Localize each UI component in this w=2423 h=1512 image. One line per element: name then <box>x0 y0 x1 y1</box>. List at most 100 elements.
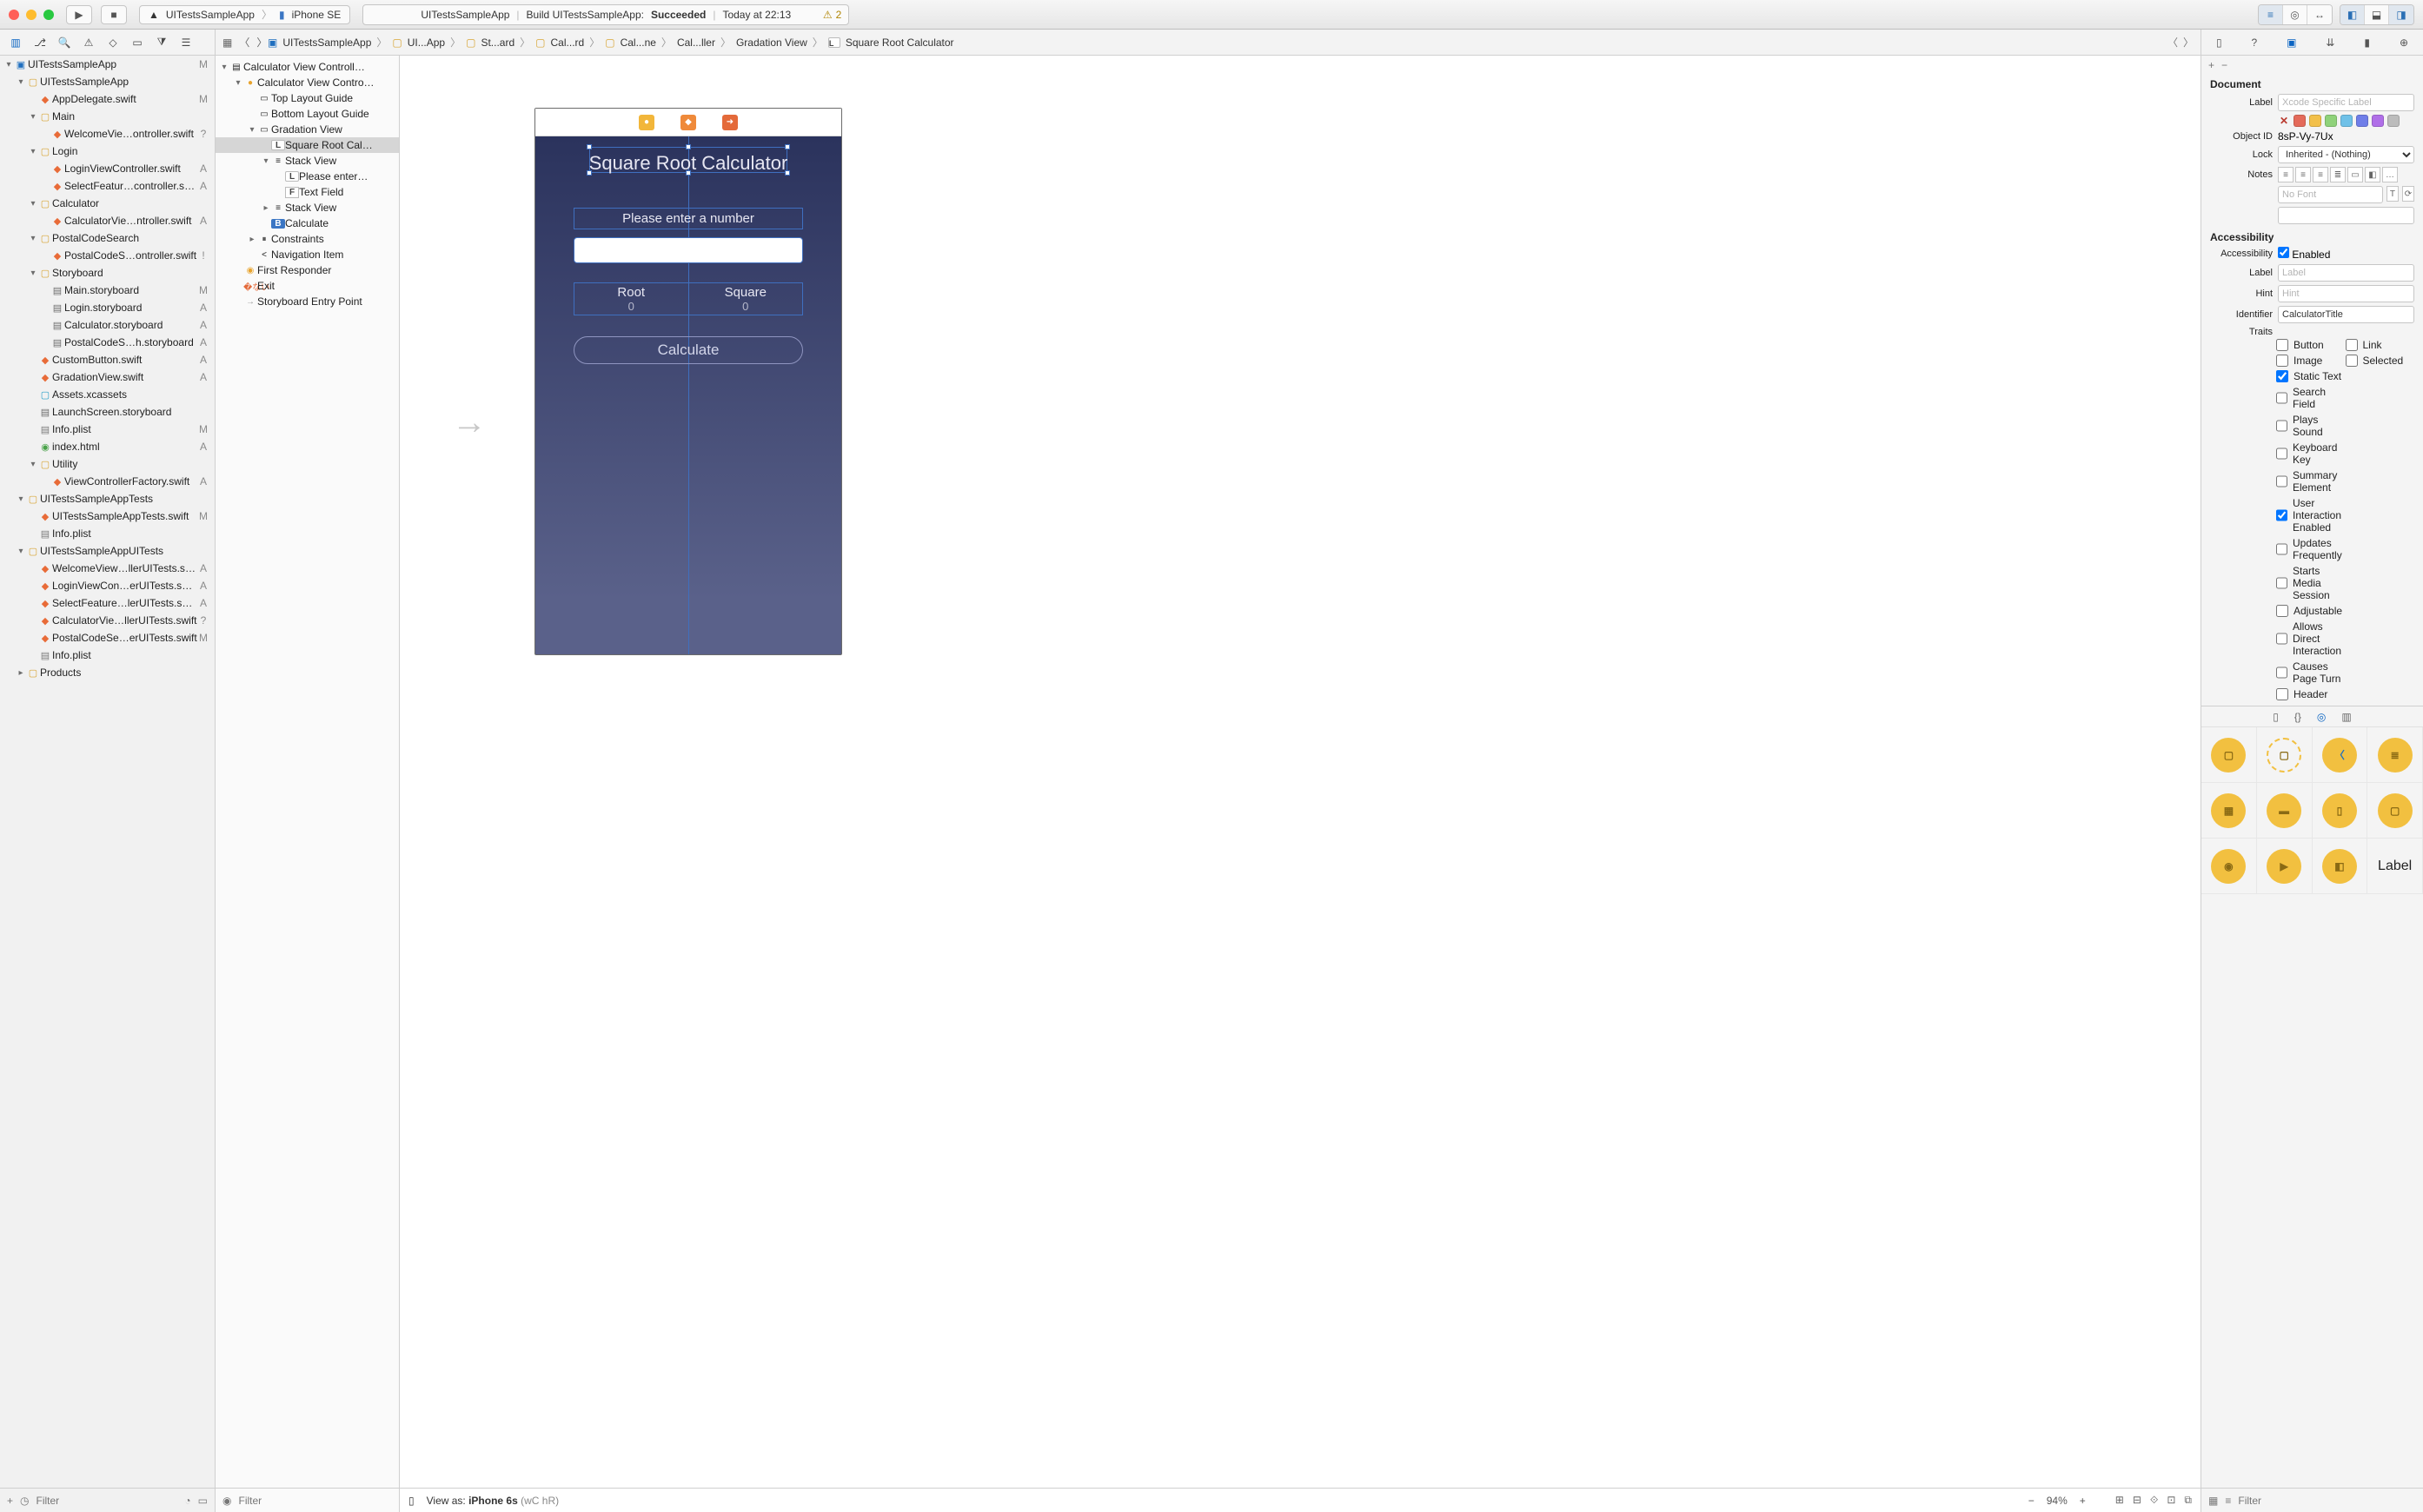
nav-row[interactable]: ▤Info.plist <box>0 647 215 664</box>
align-center-icon[interactable]: ≡ <box>2295 167 2311 182</box>
object-library-grid[interactable]: ▢ ▢ 〈 ≣ ▦ ▬ ▯ ▢ ◉ ▶ ◧ Label <box>2201 727 2423 894</box>
nav-row[interactable]: ◆PostalCodeS…ontroller.swift! <box>0 247 215 264</box>
trait-checkbox[interactable] <box>2276 577 2287 589</box>
size-inspector-icon[interactable]: ▮ <box>2364 36 2370 49</box>
lib-label-item[interactable]: Label <box>2378 859 2412 874</box>
outline-filter-bar[interactable]: ◉ <box>216 1488 400 1512</box>
scm-filter-icon[interactable]: ▭ <box>198 1495 208 1507</box>
pin-tool-icon[interactable]: ⊟ <box>2133 1494 2141 1507</box>
nav-row[interactable]: ◆WelcomeVie…ontroller.swift? <box>0 125 215 143</box>
clear-color-icon[interactable]: ✕ <box>2278 115 2290 127</box>
nav-row[interactable]: ◆WelcomeView…llerUITests.swiftA <box>0 560 215 577</box>
nav-row[interactable]: ◆SelectFeature…lerUITests.swiftA <box>0 594 215 612</box>
outline-row[interactable]: ▾▤ Calculator View Controll… <box>216 59 399 75</box>
library-grid-icon[interactable]: ▦ <box>2208 1495 2218 1507</box>
prev-issue-icon[interactable]: 〈 <box>2167 35 2178 50</box>
source-control-navigator-icon[interactable]: ⎇ <box>33 36 47 49</box>
align-left-icon[interactable]: ≡ <box>2278 167 2294 182</box>
nav-row[interactable]: ▾▣UITestsSampleAppM <box>0 56 215 73</box>
attributes-inspector-icon[interactable]: ⇊ <box>2326 36 2334 49</box>
trait-checkbox[interactable] <box>2276 633 2287 645</box>
close-window-button[interactable] <box>9 10 19 20</box>
nav-row[interactable]: ▾▢Calculator <box>0 195 215 212</box>
report-navigator-icon[interactable]: ☰ <box>179 36 193 49</box>
outline-row[interactable]: ▸≡ Stack View <box>216 200 399 216</box>
lib-cube-icon[interactable]: ◧ <box>2322 849 2357 884</box>
nav-row[interactable]: ◆PostalCodeSe…erUITests.swiftM <box>0 629 215 647</box>
trait-checkbox[interactable] <box>2276 339 2288 351</box>
color-swatch[interactable] <box>2309 115 2321 127</box>
nav-row[interactable]: ◉index.htmlA <box>0 438 215 455</box>
trait-item[interactable]: Static Text <box>2276 370 2346 382</box>
outline-row[interactable]: F Text Field <box>216 184 399 200</box>
lock-select[interactable]: Inherited - (Nothing) <box>2278 146 2414 163</box>
library-list-icon[interactable]: ≡ <box>2225 1495 2231 1507</box>
trait-item[interactable]: Keyboard Key <box>2276 441 2346 466</box>
notes-toolbar[interactable]: ≡ ≡ ≡ ≣ ▭ ◧ … <box>2278 167 2414 182</box>
lib-collection-icon[interactable]: ▦ <box>2211 793 2246 828</box>
nav-row[interactable]: ◆LoginViewController.swiftA <box>0 160 215 177</box>
identity-inspector-icon[interactable]: ▣ <box>2287 36 2296 49</box>
outline-row[interactable]: ▾≡ Stack View <box>216 153 399 169</box>
scene-dock[interactable]: ● ◆ ➜ <box>535 109 841 136</box>
crumb-item[interactable]: Cal...rd <box>551 36 585 49</box>
outline-row[interactable]: < Navigation Item <box>216 247 399 262</box>
toggle-debug-icon[interactable]: ⬓ <box>2365 5 2389 24</box>
trait-checkbox[interactable] <box>2276 509 2287 521</box>
lib-viewcontroller-icon[interactable]: ▢ <box>2211 738 2246 773</box>
crumb-item[interactable]: UITestsSampleApp <box>282 36 371 49</box>
nav-row[interactable]: ◆UITestsSampleAppTests.swiftM <box>0 507 215 525</box>
trait-checkbox[interactable] <box>2276 370 2288 382</box>
toggle-navigator-icon[interactable]: ◧ <box>2340 5 2365 24</box>
forward-icon[interactable]: 〉 <box>256 35 267 50</box>
lib-navcontroller-icon[interactable]: 〈 <box>2322 738 2357 773</box>
device-preview[interactable]: ● ◆ ➜ Square Root Calculator Please ente… <box>534 108 842 655</box>
navigator-tabs[interactable]: ▥ ⎇ 🔍 ⚠ ◇ ▭ ⧩ ☰ <box>0 30 216 55</box>
doc-label-field[interactable] <box>2278 94 2414 111</box>
acc-hint-field[interactable] <box>2278 285 2414 302</box>
lib-pagecontroller-icon[interactable]: ▢ <box>2378 793 2413 828</box>
nav-row[interactable]: ▤Info.plistM <box>0 421 215 438</box>
nav-row[interactable]: ◆AppDelegate.swiftM <box>0 90 215 108</box>
nav-row[interactable]: ▾▢PostalCodeSearch <box>0 229 215 247</box>
jump-bar[interactable]: ▣ UITestsSampleApp〉▢ UI...App〉▢ St...ard… <box>268 35 954 50</box>
outline-row[interactable]: ◉ First Responder <box>216 262 399 278</box>
interface-builder-canvas[interactable]: → ● ◆ ➜ Square Root Calculator Please en… <box>400 56 2201 1488</box>
nav-row[interactable]: ◆LoginViewCon…erUITests.swiftA <box>0 577 215 594</box>
nav-row[interactable]: ▾▢UITestsSampleAppTests <box>0 490 215 507</box>
scheme-selector[interactable]: ▲ UITestsSampleApp 〉 ▮ iPhone SE <box>139 5 350 24</box>
trait-item[interactable]: Allows Direct Interaction <box>2276 620 2346 657</box>
nav-row[interactable]: ▤PostalCodeS…h.storyboardA <box>0 334 215 351</box>
calculate-button[interactable]: Calculate <box>574 336 803 364</box>
editor-history-controls[interactable]: ▦ 〈 〉 <box>216 35 268 50</box>
outline-row[interactable]: L Square Root Cal… <box>216 137 399 153</box>
quick-help-icon[interactable]: ? <box>2252 36 2258 49</box>
inspector-tabs[interactable]: ▯ ? ▣ ⇊ ▮ ⊕ <box>2201 30 2423 55</box>
back-icon[interactable]: 〈 <box>239 35 249 50</box>
snippet-library-icon[interactable]: {} <box>2294 711 2301 723</box>
navigator-filter-field[interactable] <box>37 1495 178 1507</box>
align-tool-icon[interactable]: ⊞ <box>2115 1494 2124 1507</box>
toggle-inspector-icon[interactable]: ◨ <box>2389 5 2413 24</box>
title-label[interactable]: Square Root Calculator <box>535 152 841 175</box>
crumb-item[interactable]: UI...App <box>408 36 445 49</box>
label-color-row[interactable]: ✕ <box>2278 115 2414 127</box>
nav-row[interactable]: ▤Login.storyboardA <box>0 299 215 316</box>
remove-inspector-icon[interactable]: − <box>2221 59 2227 71</box>
trait-item[interactable]: Summary Element <box>2276 469 2346 494</box>
lib-button-icon[interactable]: ◉ <box>2211 849 2246 884</box>
find-navigator-icon[interactable]: 🔍 <box>57 36 71 49</box>
editor-mode-segmented[interactable]: ≡ ◎ ↔ <box>2258 4 2333 25</box>
nav-row[interactable]: ◆SelectFeatur…controller.swiftA <box>0 177 215 195</box>
nav-row[interactable]: ▤Info.plist <box>0 525 215 542</box>
align-justify-icon[interactable]: ≣ <box>2330 167 2346 182</box>
trait-item[interactable]: Updates Frequently <box>2276 537 2346 561</box>
style-more-icon[interactable]: … <box>2382 167 2398 182</box>
acc-label-field[interactable] <box>2278 264 2414 282</box>
minimize-window-button[interactable] <box>26 10 37 20</box>
file-template-library-icon[interactable]: ▯ <box>2273 711 2279 723</box>
font-step-icon[interactable]: ⟳ <box>2402 186 2414 202</box>
nav-row[interactable]: ◆CalculatorVie…ntroller.swiftA <box>0 212 215 229</box>
nav-row[interactable]: ▤LaunchScreen.storyboard <box>0 403 215 421</box>
library-filter-field[interactable] <box>2238 1495 2416 1507</box>
